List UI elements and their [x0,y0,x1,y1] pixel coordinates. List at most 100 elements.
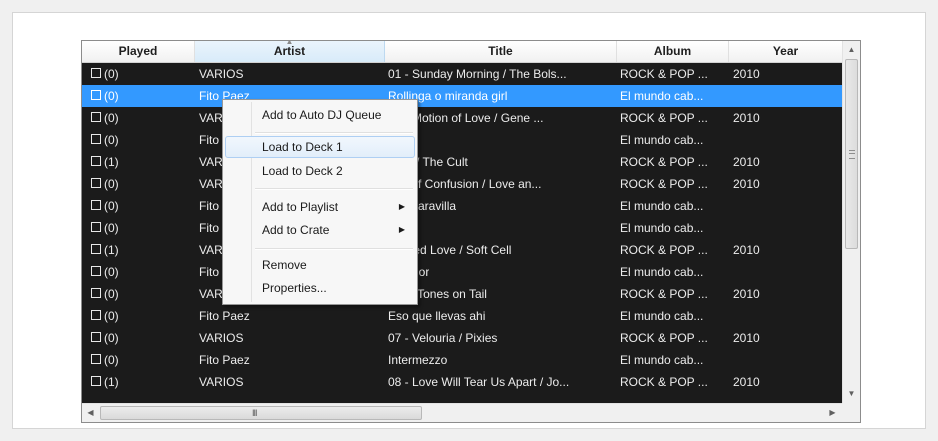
cell-artist: VARIOS [199,67,244,81]
horizontal-scrollbar[interactable]: ◀ III ▶ [82,403,842,422]
column-header-year[interactable]: Year [729,41,842,62]
cell-title: Eso que llevas ahi [388,309,486,323]
column-header-played[interactable]: Played [82,41,195,62]
played-checkbox[interactable] [91,68,101,78]
cell-album: El mundo cab... [620,133,704,147]
cell-title: 01 - Sunday Morning / The Bols... [388,67,567,81]
cell-year: 2010 [733,331,760,345]
scroll-down-arrow-icon[interactable]: ▼ [843,385,860,402]
column-header-artist-label: Artist [273,44,306,58]
menu-separator [255,132,413,134]
vertical-scrollbar[interactable]: ▲ ▼ [842,41,860,403]
played-checkbox[interactable] [91,376,101,386]
cell-artist: Fito Paez [199,353,250,367]
played-checkbox[interactable] [91,178,101,188]
menu-item-add-to-crate[interactable]: Add to Crate ▶ [225,219,415,241]
cell-artist: Fito [199,133,220,147]
cell-album: El mundo cab... [620,199,704,213]
cell-album: ROCK & POP ... [620,177,708,191]
grip-icon [849,150,855,159]
cell-played: (0) [104,353,119,367]
played-checkbox[interactable] [91,90,101,100]
table-row[interactable]: (0) VAR Go! / Tones on Tail ROCK & POP ... 2… [82,283,842,305]
cell-album: El mundo cab... [620,265,704,279]
cell-year: 2010 [733,67,760,81]
menu-item-label: Load to Deck 2 [262,164,343,178]
table-row[interactable]: (0) VARIOS 01 - Sunday Morning / The Bols.… [82,63,842,85]
horizontal-scroll-thumb[interactable]: III [100,406,422,420]
played-checkbox[interactable] [91,354,101,364]
played-checkbox[interactable] [91,134,101,144]
cell-artist: VAR [199,111,223,125]
menu-item-label: Properties... [262,281,327,295]
scroll-left-arrow-icon[interactable]: ◀ [82,404,99,422]
scroll-right-arrow-icon[interactable]: ▶ [824,404,841,422]
cell-artist: VARIOS [199,331,244,345]
cell-played: (0) [104,287,119,301]
cell-album: ROCK & POP ... [620,67,708,81]
menu-item-load-to-deck-2[interactable]: Load to Deck 2 [225,160,415,182]
table-row[interactable]: (0) VARIOS 07 - Velouria / Pixies ROCK & PO… [82,327,842,349]
menu-separator [255,248,413,250]
table-row[interactable]: (0) Fito ent maravilla El mundo cab... [82,195,842,217]
table-row[interactable]: (0) VAR Ball of Confusion / Love an... ROCK… [82,173,842,195]
cell-artist: VAR [199,177,223,191]
menu-item-load-to-deck-1[interactable]: Load to Deck 1 [225,136,415,158]
cell-artist: VAR [199,155,223,169]
played-checkbox[interactable] [91,310,101,320]
table-row[interactable]: (0) VAR The Motion of Love / Gene ... ROCK … [82,107,842,129]
cell-album: ROCK & POP ... [620,287,708,301]
menu-item-properties[interactable]: Properties... [225,277,415,299]
cell-played: (0) [104,265,119,279]
context-menu: Add to Auto DJ Queue Load to Deck 1 Load… [222,99,418,305]
grip-icon: III [252,408,257,418]
cell-title: 07 - Velouria / Pixies [388,331,498,345]
table-row[interactable]: (0)FitoviaraEl mundo cab... [82,129,842,151]
table-row[interactable]: (0) Fito Paez Rollinga o miranda girl El mu… [82,85,842,107]
cell-year: 2010 [733,243,760,257]
submenu-arrow-icon: ▶ [398,202,405,211]
menu-item-label: Add to Playlist [262,200,339,214]
cell-album: El mundo cab... [620,309,704,323]
played-checkbox[interactable] [91,288,101,298]
menu-item-add-to-playlist[interactable]: Add to Playlist ▶ [225,196,415,218]
scroll-up-arrow-icon[interactable]: ▲ [843,41,860,58]
vertical-scroll-thumb[interactable] [845,59,858,249]
column-header-album[interactable]: Album [617,41,729,62]
table-row[interactable]: (1) VARIOS 08 - Love Will Tear Us Apart / … [82,371,842,393]
table-row[interactable]: (0) Fito Paez Eso que llevas ahi El mundo c… [82,305,842,327]
table-row[interactable]: (1) VAR Rain / The Cult ROCK & POP ... 2010 [82,151,842,173]
scrollbar-corner [842,403,860,422]
cell-played: (0) [104,199,119,213]
cell-artist: Fito [199,221,220,235]
played-checkbox[interactable] [91,112,101,122]
played-checkbox[interactable] [91,222,101,232]
cell-album: ROCK & POP ... [620,111,708,125]
played-checkbox[interactable] [91,244,101,254]
library-table[interactable]: Played ▲ Artist Title Album Year (0) VARI… [81,40,861,423]
table-row[interactable]: (0)FitonceEl mundo cab... [82,217,842,239]
cell-played: (1) [104,375,119,389]
table-row[interactable]: (0)Fitoor amorEl mundo cab... [82,261,842,283]
cell-year: 2010 [733,155,760,169]
cell-year: 2010 [733,287,760,301]
played-checkbox[interactable] [91,200,101,210]
menu-item-remove[interactable]: Remove [225,254,415,276]
table-header: Played ▲ Artist Title Album Year [82,41,842,63]
table-row[interactable]: (0) Fito Paez Intermezzo El mundo cab... [82,349,842,371]
cell-year: 2010 [733,177,760,191]
column-header-artist[interactable]: ▲ Artist [195,41,385,62]
menu-item-label: Remove [262,258,307,272]
menu-item-label: Add to Auto DJ Queue [262,108,382,122]
cell-played: (1) [104,155,119,169]
menu-item-add-to-auto-dj-queue[interactable]: Add to Auto DJ Queue [225,104,415,126]
cell-played: (0) [104,177,119,191]
played-checkbox[interactable] [91,266,101,276]
cell-album: El mundo cab... [620,353,704,367]
cell-album: El mundo cab... [620,221,704,235]
menu-separator [255,188,413,190]
played-checkbox[interactable] [91,332,101,342]
column-header-title[interactable]: Title [385,41,617,62]
table-row[interactable]: (1) VAR Tainted Love / Soft Cell ROCK & POP… [82,239,842,261]
played-checkbox[interactable] [91,156,101,166]
